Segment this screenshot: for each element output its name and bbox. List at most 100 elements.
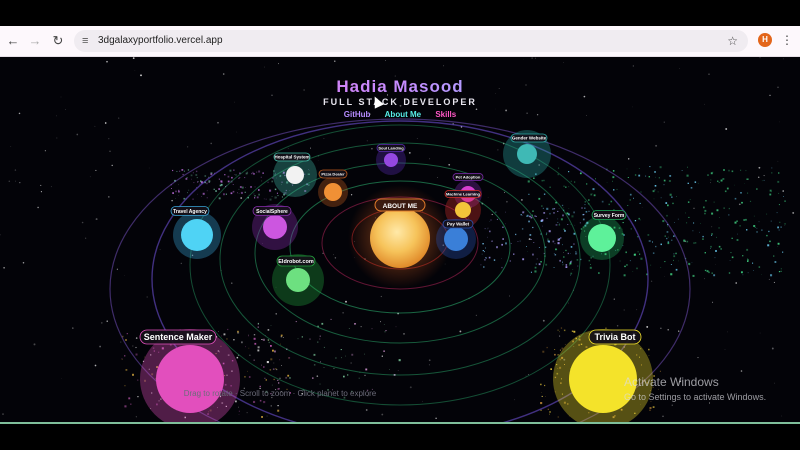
planet-body[interactable] bbox=[181, 219, 213, 251]
url-text[interactable]: 3dgalaxyportfolio.vercel.app bbox=[98, 34, 223, 48]
star bbox=[56, 137, 58, 139]
particle bbox=[574, 181, 576, 183]
planet-socialsphere[interactable]: SocialSphere bbox=[252, 204, 298, 250]
particle bbox=[752, 262, 754, 264]
planet-eldrobot-com[interactable]: Eldrobot.com bbox=[272, 254, 324, 306]
star bbox=[525, 375, 527, 377]
star bbox=[531, 57, 533, 59]
planet-label[interactable]: Eldrobot.com bbox=[278, 259, 314, 265]
particle bbox=[227, 328, 229, 331]
particle bbox=[541, 179, 543, 182]
particle bbox=[250, 186, 252, 188]
star bbox=[678, 330, 680, 332]
particle bbox=[685, 212, 686, 214]
planet-label[interactable]: Trivia Bot bbox=[594, 332, 635, 342]
planet-pay-wallet[interactable]: Pay Wallet bbox=[436, 219, 476, 259]
particle bbox=[627, 205, 629, 206]
nav-link-about-me[interactable]: About Me bbox=[385, 110, 421, 119]
particle bbox=[690, 187, 693, 189]
planet-label[interactable]: Hospital System bbox=[274, 155, 309, 160]
star bbox=[381, 355, 383, 357]
star-icon[interactable]: ☆ bbox=[727, 33, 738, 49]
planet-pizza-dealer[interactable]: Pizza Dealer bbox=[318, 169, 348, 207]
planet-label[interactable]: Gender Website bbox=[512, 136, 547, 141]
planet-soul-landing[interactable]: Soul Landing bbox=[376, 144, 406, 176]
star bbox=[19, 181, 21, 184]
planet-label[interactable]: Pet Adoption bbox=[456, 174, 481, 179]
galaxy-viewport[interactable]: ABOUT ME Sentence Maker Trivia Bot Travel … bbox=[0, 57, 800, 422]
particle bbox=[532, 210, 534, 212]
star bbox=[22, 262, 25, 264]
particle bbox=[671, 196, 673, 198]
particle bbox=[664, 235, 666, 237]
planet-body[interactable] bbox=[286, 268, 310, 292]
planet-body[interactable] bbox=[588, 224, 616, 252]
planet-body[interactable] bbox=[455, 202, 471, 218]
planet-body[interactable] bbox=[156, 345, 224, 413]
page-subtitle: FULL STACK DEVELOPER bbox=[323, 97, 477, 107]
planet-body[interactable] bbox=[384, 153, 398, 167]
star bbox=[757, 176, 760, 179]
address-bar[interactable]: ≡ 3dgalaxyportfolio.vercel.app ☆ bbox=[74, 30, 748, 52]
particle bbox=[576, 259, 579, 261]
planet-travel-agency[interactable]: Travel Agency bbox=[170, 206, 221, 260]
planet-label[interactable]: SocialSphere bbox=[256, 209, 288, 215]
sun-label[interactable]: ABOUT ME bbox=[383, 203, 418, 210]
nav-link-github[interactable]: GitHub bbox=[344, 110, 371, 119]
particle bbox=[549, 212, 551, 215]
star bbox=[708, 73, 710, 75]
particle bbox=[548, 240, 550, 243]
planet-gender-website[interactable]: Gender Website bbox=[503, 130, 551, 178]
planet-body[interactable] bbox=[263, 215, 287, 239]
arrow-right-icon[interactable]: → bbox=[27, 33, 43, 49]
planet-body[interactable] bbox=[517, 144, 537, 164]
particle bbox=[771, 191, 772, 193]
particle bbox=[238, 188, 240, 190]
planet-label[interactable]: Survey Form bbox=[594, 213, 625, 219]
planet-label[interactable]: Sentence Maker bbox=[144, 332, 213, 342]
planet-body[interactable] bbox=[444, 227, 468, 251]
particle bbox=[659, 166, 662, 169]
particle bbox=[198, 181, 199, 182]
particle bbox=[688, 262, 691, 265]
star bbox=[662, 415, 664, 418]
star bbox=[33, 343, 36, 346]
particle bbox=[573, 211, 575, 214]
particle bbox=[323, 367, 325, 368]
particle bbox=[718, 245, 721, 248]
particle bbox=[515, 233, 517, 236]
star bbox=[371, 147, 373, 150]
particle bbox=[692, 230, 694, 232]
particle bbox=[563, 185, 565, 187]
reload-icon[interactable]: ↻ bbox=[50, 33, 66, 49]
particle bbox=[558, 224, 561, 226]
particle bbox=[554, 254, 557, 256]
profile-avatar[interactable]: H bbox=[758, 33, 772, 47]
planet-label[interactable]: Soul Landing bbox=[378, 145, 404, 150]
particle bbox=[236, 356, 239, 359]
arrow-left-icon[interactable]: ← bbox=[5, 33, 21, 49]
planet-hospital-system[interactable]: Hospital System bbox=[273, 152, 317, 197]
particle bbox=[553, 253, 555, 254]
planet-body[interactable] bbox=[286, 166, 304, 184]
particle bbox=[534, 270, 537, 273]
nav-link-skills[interactable]: Skills bbox=[435, 110, 456, 119]
planet-label[interactable]: Machine Learning bbox=[446, 191, 481, 196]
windows-activation-watermark: Activate Windows Go to Settings to activ… bbox=[624, 375, 766, 402]
particle bbox=[695, 242, 697, 244]
planet-label[interactable]: Pay Wallet bbox=[447, 222, 470, 227]
particle bbox=[769, 240, 771, 243]
particle bbox=[648, 176, 650, 178]
planet-label[interactable]: Pizza Dealer bbox=[321, 171, 345, 176]
planet-survey-form[interactable]: Survey Form bbox=[580, 210, 627, 261]
kebab-menu-icon[interactable]: ⋮ bbox=[781, 32, 793, 48]
star bbox=[697, 357, 699, 359]
sun-body[interactable] bbox=[370, 208, 430, 268]
particle bbox=[553, 267, 555, 268]
planet-body[interactable] bbox=[324, 183, 342, 201]
particle bbox=[753, 225, 756, 227]
star bbox=[380, 295, 382, 298]
planet-label[interactable]: Travel Agency bbox=[173, 209, 207, 215]
particle bbox=[761, 180, 763, 182]
site-info-icon[interactable]: ≡ bbox=[82, 34, 88, 48]
